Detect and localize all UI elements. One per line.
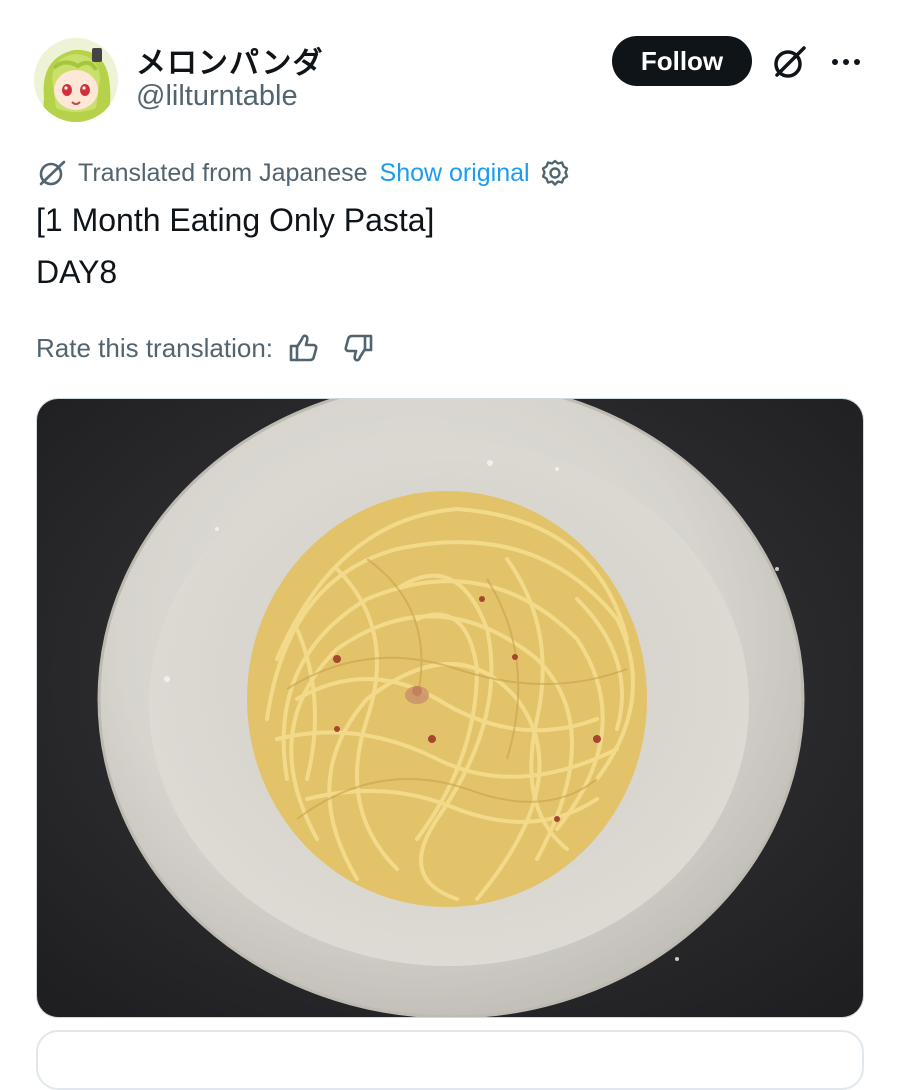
show-original-link[interactable]: Show original — [380, 159, 530, 188]
translate-icon — [39, 160, 66, 186]
next-card-outline — [36, 1030, 864, 1090]
thumbs-up-icon[interactable] — [287, 331, 321, 365]
post-text-line-1: [1 Month Eating Only Pasta] — [36, 202, 435, 238]
translation-notice-text: Translated from Japanese — [78, 158, 368, 187]
more-options-icon[interactable] — [826, 42, 866, 82]
display-name[interactable]: メロンパンダ — [136, 38, 324, 82]
post-image[interactable] — [36, 398, 864, 1018]
follow-button[interactable]: Follow — [612, 36, 752, 86]
avatar-image — [34, 38, 118, 122]
thumbs-down-icon[interactable] — [341, 331, 375, 365]
pasta-bowl-photo — [37, 399, 863, 1017]
rate-translation-label: Rate this translation: — [36, 332, 274, 363]
avatar[interactable] — [34, 38, 118, 122]
gear-icon[interactable] — [540, 158, 570, 188]
rate-translation: Rate this translation: — [36, 330, 375, 366]
user-handle[interactable]: @lilturntable — [136, 80, 298, 113]
translation-notice: Translated from Japanese Show original — [36, 156, 570, 190]
grok-icon[interactable] — [770, 42, 810, 82]
post-text-line-2: DAY8 — [36, 254, 118, 290]
